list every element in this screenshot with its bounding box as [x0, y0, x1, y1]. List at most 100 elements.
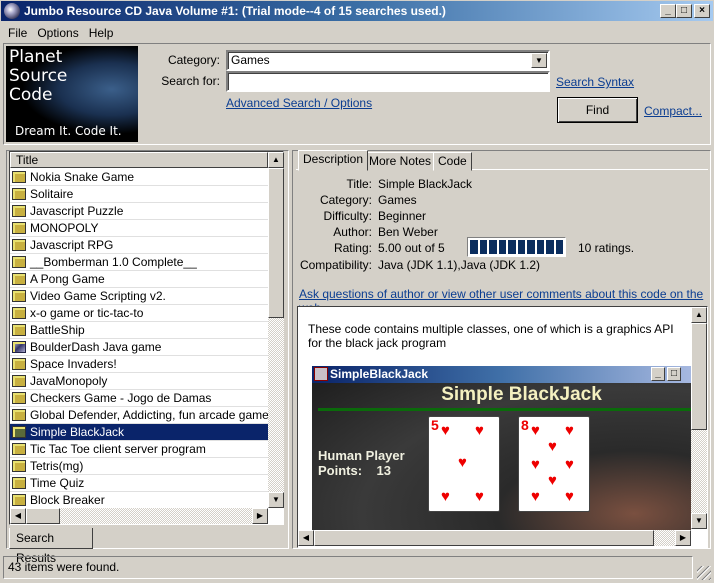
rating-segment: [479, 240, 487, 254]
title-value: Simple BlackJack: [378, 177, 473, 191]
tab-description[interactable]: Description: [298, 150, 369, 171]
list-item[interactable]: A Pong Game: [10, 271, 268, 288]
category-field-label: Category:: [319, 193, 372, 207]
list-item-title: Tic Tac Toe client server program: [30, 442, 206, 456]
list-item[interactable]: x-o game or tic-tac-to: [10, 305, 268, 322]
search-syntax-link[interactable]: Search Syntax: [556, 75, 634, 89]
list-item[interactable]: Global Defender, Addicting, fun arcade g…: [10, 407, 268, 424]
rating-segment: [517, 240, 525, 254]
code-icon: [12, 239, 26, 251]
list-item[interactable]: BoulderDash Java game: [10, 339, 268, 356]
desc-scroll-right-button[interactable]: ▶: [675, 530, 691, 546]
card-rank: 5: [431, 417, 439, 433]
list-item[interactable]: Javascript RPG: [10, 237, 268, 254]
list-item-title: Javascript Puzzle: [30, 204, 124, 218]
code-icon: [12, 171, 26, 183]
menu-help[interactable]: Help: [89, 26, 114, 40]
tab-code[interactable]: Code: [433, 152, 472, 171]
code-icon: [12, 307, 26, 319]
category-select[interactable]: Games ▼: [226, 50, 550, 71]
minimize-button[interactable]: _: [660, 4, 676, 18]
list-item[interactable]: Javascript Puzzle: [10, 203, 268, 220]
description-text: These code contains multiple classes, on…: [308, 322, 674, 350]
list-item-title: Simple BlackJack: [30, 425, 125, 439]
rating-segment: [527, 240, 535, 254]
screenshot-maximize-icon: □: [667, 367, 681, 381]
find-button[interactable]: Find: [557, 97, 638, 123]
rating-bar: [467, 237, 566, 257]
scroll-thumb[interactable]: [268, 168, 284, 318]
list-item[interactable]: Block Breaker: [10, 492, 268, 509]
list-item[interactable]: Time Quiz: [10, 475, 268, 492]
desc-scroll-down-button[interactable]: ▼: [691, 513, 707, 529]
list-item-title: BoulderDash Java game: [30, 340, 162, 354]
list-item[interactable]: Solitaire: [10, 186, 268, 203]
list-item[interactable]: MONOPOLY: [10, 220, 268, 237]
compact-link[interactable]: Compact...: [644, 104, 702, 118]
advanced-search-link[interactable]: Advanced Search / Options: [226, 96, 372, 110]
maximize-button[interactable]: □: [676, 4, 692, 18]
h-scroll-thumb[interactable]: [26, 508, 60, 524]
code-icon: [12, 273, 26, 285]
desc-scroll-up-button[interactable]: ▲: [691, 307, 707, 323]
list-item[interactable]: BattleShip: [10, 322, 268, 339]
menu-options[interactable]: Options: [37, 26, 78, 40]
rating-segment: [555, 240, 563, 254]
list-item[interactable]: Tic Tac Toe client server program: [10, 441, 268, 458]
list-item[interactable]: Checkers Game - Jogo de Damas: [10, 390, 268, 407]
menu-file[interactable]: File: [8, 26, 27, 40]
list-item[interactable]: Video Game Scripting v2.: [10, 288, 268, 305]
code-icon: [12, 477, 26, 489]
resize-grip-icon[interactable]: [697, 566, 711, 580]
scroll-left-button[interactable]: ◀: [10, 508, 26, 524]
code-icon: [12, 290, 26, 302]
points-label: Points:: [318, 463, 363, 478]
title-bar: Jumbo Resource CD Java Volume #1: (Trial…: [0, 0, 714, 22]
difficulty-value: Beginner: [378, 209, 427, 223]
scroll-right-button[interactable]: ▶: [252, 508, 268, 524]
list-item-title: BattleShip: [30, 323, 85, 337]
chevron-down-icon[interactable]: ▼: [531, 53, 547, 68]
difficulty-label: Difficulty:: [323, 209, 372, 223]
column-header-title[interactable]: Title: [10, 152, 268, 168]
rating-segment: [536, 240, 544, 254]
desc-scroll-left-button[interactable]: ◀: [298, 530, 314, 546]
logo-text: Code: [9, 85, 53, 105]
list-item[interactable]: Space Invaders!: [10, 356, 268, 373]
desc-h-scroll-thumb[interactable]: [314, 530, 654, 546]
list-item[interactable]: Simple BlackJack: [10, 424, 268, 441]
compatibility-value: Java (JDK 1.1),Java (JDK 1.2): [378, 258, 541, 272]
package-icon: [12, 341, 26, 353]
list-item-title: Tetris(mg): [30, 459, 84, 473]
rating-segment: [489, 240, 497, 254]
close-button[interactable]: ×: [694, 4, 710, 18]
player-info: Human Player Points: 13: [318, 448, 405, 478]
screenshot-minimize-icon: _: [651, 367, 665, 381]
tab-more-notes[interactable]: More Notes: [364, 152, 437, 171]
list-item-title: Solitaire: [30, 187, 74, 201]
desc-scroll-thumb[interactable]: [691, 323, 707, 430]
logo-text: Source: [9, 66, 68, 86]
list-item[interactable]: __Bomberman 1.0 Complete__: [10, 254, 268, 271]
points-value: 13: [376, 463, 391, 478]
list-item-title: Space Invaders!: [30, 357, 117, 371]
code-icon: [12, 324, 26, 336]
screenshot-window-title: SimpleBlackJack: [312, 366, 691, 383]
list-item[interactable]: Tetris(mg): [10, 458, 268, 475]
code-icon: [12, 494, 26, 506]
rating-segment: [508, 240, 516, 254]
code-icon: [12, 460, 26, 472]
search-for-label: Search for:: [161, 74, 220, 88]
list-item[interactable]: JavaMonopoly: [10, 373, 268, 390]
code-icon: [12, 426, 26, 438]
cd-icon: [4, 3, 20, 19]
player-label: Human Player: [318, 448, 405, 463]
search-input[interactable]: [226, 71, 550, 92]
scroll-down-button[interactable]: ▼: [268, 492, 284, 508]
scroll-up-button[interactable]: ▲: [268, 152, 284, 168]
list-item[interactable]: Nokia Snake Game: [10, 169, 268, 186]
planet-source-code-logo: Planet Source Code Dream It. Code It.: [6, 46, 138, 142]
results-items: Nokia Snake Game Solitaire Javascript Puzz…: [10, 169, 268, 509]
compatibility-label: Compatibility:: [299, 258, 372, 272]
tab-search-results[interactable]: Search Results: [9, 528, 93, 565]
